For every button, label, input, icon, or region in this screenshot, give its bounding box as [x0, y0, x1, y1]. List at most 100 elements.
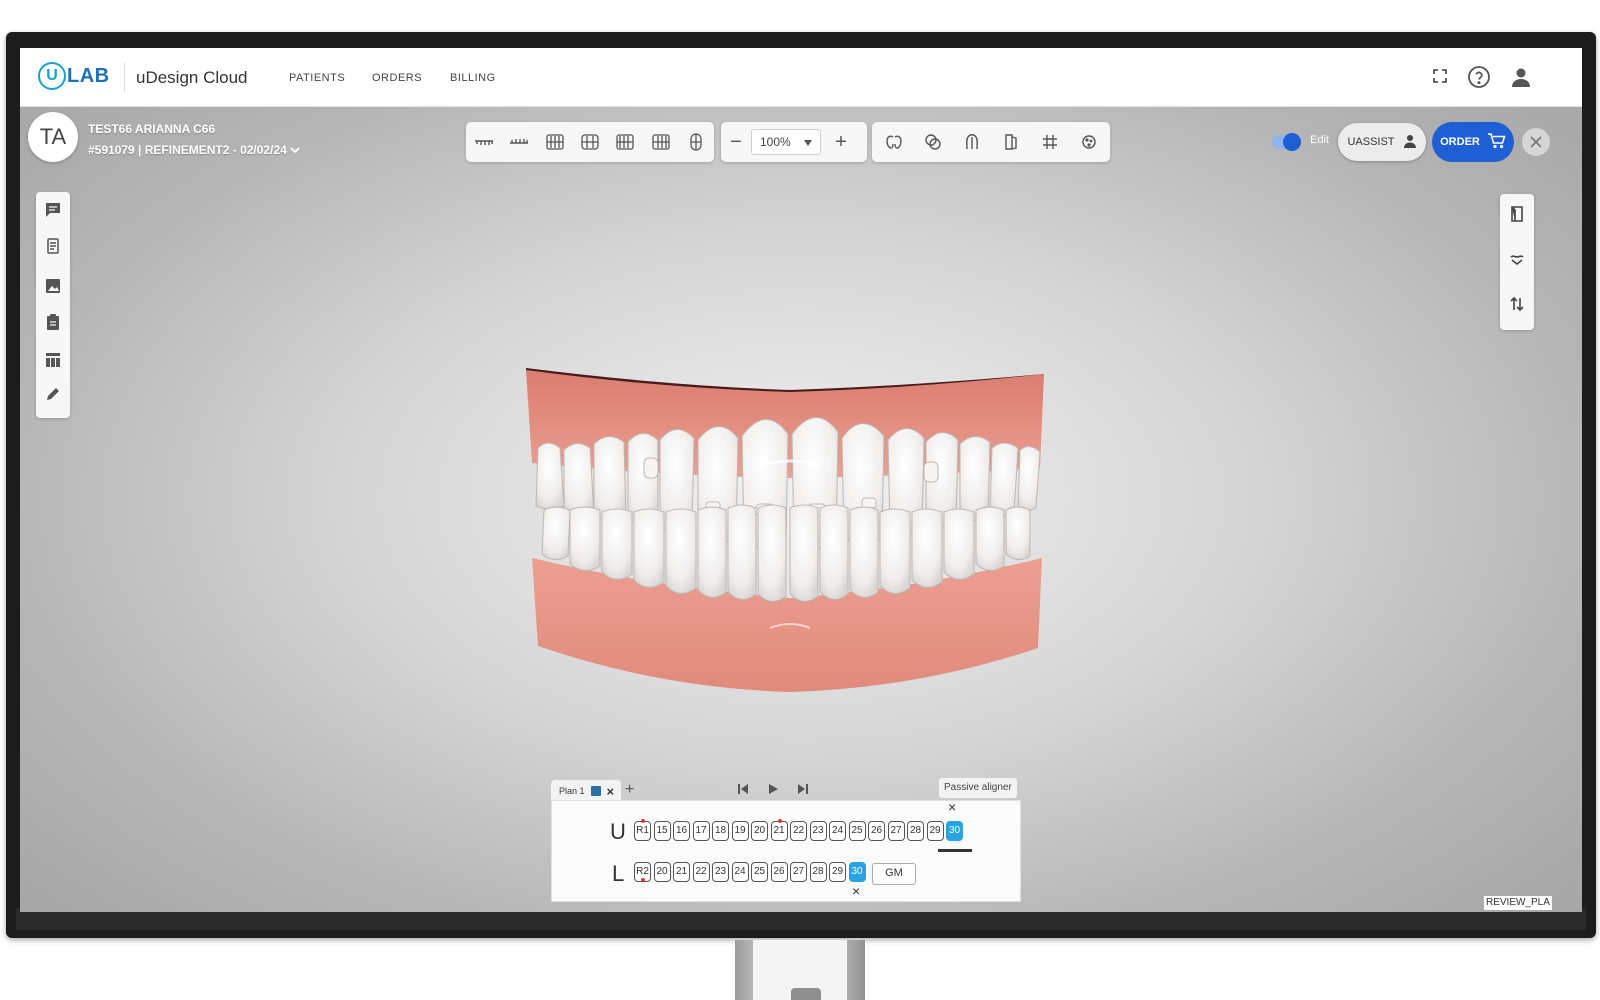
monitor-stand: [735, 940, 865, 1000]
person-icon: [1403, 134, 1417, 151]
grid-icon[interactable]: [1030, 122, 1069, 162]
nav-patients[interactable]: PATIENTS: [289, 72, 345, 84]
lower-step[interactable]: 28: [809, 862, 827, 882]
cart-icon: [1487, 132, 1506, 152]
upper-step[interactable]: 29: [926, 821, 944, 841]
user-account-icon[interactable]: [1510, 66, 1532, 93]
plan-color-swatch: [590, 786, 601, 796]
message-icon[interactable]: [43, 200, 63, 220]
upper-step[interactable]: 21: [770, 819, 788, 841]
lower-step[interactable]: 23: [712, 862, 729, 882]
upper-step[interactable]: 22: [790, 821, 807, 841]
lower-step[interactable]: 27: [790, 862, 807, 882]
image-icon[interactable]: [43, 276, 63, 296]
upper-step[interactable]: 23: [809, 821, 827, 841]
left-toolbar: [36, 192, 70, 418]
uassist-button[interactable]: UASSIST: [1338, 123, 1426, 161]
app-screen: U LAB uDesign Cloud PATIENTS ORDERS BILL…: [20, 48, 1582, 912]
order-button[interactable]: ORDER: [1432, 122, 1514, 162]
caret-down-icon: [804, 135, 812, 149]
upper-step[interactable]: 28: [907, 821, 924, 841]
logo-divider: [124, 62, 125, 92]
passive-aligner-button[interactable]: Passive aligner: [939, 778, 1017, 798]
plan-tab-label: Plan 1: [559, 786, 585, 796]
book-icon[interactable]: [1507, 204, 1527, 224]
add-plan-button[interactable]: +: [625, 781, 634, 799]
upper-step[interactable]: 20: [751, 821, 768, 841]
upper-step[interactable]: 15: [653, 821, 671, 841]
nav-billing[interactable]: BILLING: [450, 72, 496, 84]
lower-step[interactable]: R2: [634, 862, 651, 882]
dentition-3d-model[interactable]: [520, 358, 1060, 698]
zoom-value: 100%: [760, 135, 791, 149]
plan-tab[interactable]: Plan 1 ×: [551, 780, 621, 802]
upper-step[interactable]: 18: [712, 821, 729, 841]
zoom-select[interactable]: 100%: [751, 129, 821, 155]
tooth-outline-icon[interactable]: [952, 122, 991, 162]
right-view-icon[interactable]: [643, 122, 678, 162]
upper-step[interactable]: R1: [634, 819, 651, 841]
ulab-logo[interactable]: U LAB: [38, 62, 110, 90]
upper-step[interactable]: 24: [829, 821, 846, 841]
patient-avatar: TA: [28, 112, 78, 162]
front-view-icon[interactable]: [537, 122, 572, 162]
upper-arch-label: U: [610, 819, 626, 844]
top-navigation: U LAB uDesign Cloud PATIENTS ORDERS BILL…: [20, 48, 1582, 107]
order-label: ORDER: [1440, 136, 1480, 148]
back-view-icon[interactable]: [572, 122, 607, 162]
lower-step[interactable]: 26: [770, 862, 788, 882]
records-icon[interactable]: [43, 236, 63, 256]
upper-step[interactable]: 30: [946, 821, 963, 841]
zoom-in-button[interactable]: +: [821, 122, 861, 162]
lower-step[interactable]: 21: [673, 862, 690, 882]
nav-orders[interactable]: ORDERS: [372, 72, 422, 84]
lower-arch-label: L: [612, 861, 625, 886]
tooth-chevron-icon[interactable]: [1507, 250, 1527, 270]
uassist-label: UASSIST: [1347, 136, 1395, 148]
left-view-icon[interactable]: [608, 122, 643, 162]
skip-to-start-icon[interactable]: [737, 782, 749, 800]
upper-step[interactable]: 26: [868, 821, 885, 841]
lower-step[interactable]: 20: [653, 862, 671, 882]
lower-step[interactable]: 25: [751, 862, 768, 882]
skip-to-end-icon[interactable]: [797, 782, 809, 800]
swap-arrows-icon[interactable]: [1507, 294, 1527, 314]
lower-arch-view-icon[interactable]: [501, 122, 536, 162]
stage-grid: U L R1 15 16 17 18 19 20 21 22 23 24 25 26 27 28 29 30 R…: [551, 799, 1021, 902]
help-icon[interactable]: [1467, 65, 1491, 94]
fullscreen-icon[interactable]: [1432, 68, 1448, 89]
lower-step[interactable]: 30: [848, 862, 866, 882]
lower-step[interactable]: 24: [731, 862, 749, 882]
lower-end-marker: ×: [852, 883, 861, 899]
upper-end-underline: [938, 849, 972, 852]
chevron-down-icon: [290, 143, 300, 157]
upper-step[interactable]: 25: [848, 821, 866, 841]
split-view-icon[interactable]: [874, 122, 913, 162]
staging-panel: Plan 1 × + Passive aligner U L R1 15 16 17 1…: [551, 778, 1021, 902]
occlusal-view-icon[interactable]: [679, 122, 714, 162]
occlusion-map-icon[interactable]: [1069, 122, 1108, 162]
upper-step[interactable]: 17: [692, 821, 710, 841]
table-icon[interactable]: [43, 350, 63, 370]
patient-name: TEST66 ARIANNA C66: [88, 122, 216, 136]
case-selector[interactable]: #591079 | REFINEMENT2 - 02/02/24: [88, 143, 300, 157]
zoom-out-button[interactable]: −: [721, 122, 751, 162]
upper-arch-view-icon[interactable]: [466, 122, 501, 162]
gm-button[interactable]: GM: [872, 863, 916, 885]
upper-step[interactable]: 19: [731, 821, 749, 841]
close-button[interactable]: [1522, 128, 1550, 156]
upper-end-marker: ×: [948, 799, 957, 815]
lower-step[interactable]: 22: [692, 862, 710, 882]
edit-toggle[interactable]: [1272, 133, 1301, 151]
close-plan-icon[interactable]: ×: [607, 784, 615, 799]
zoom-toolbar: − 100% +: [721, 122, 867, 162]
transparency-icon[interactable]: [991, 122, 1030, 162]
pencil-icon[interactable]: [43, 384, 63, 404]
right-toolbar: [1500, 194, 1534, 330]
clipboard-icon[interactable]: [43, 312, 63, 332]
superimpose-icon[interactable]: [913, 122, 952, 162]
upper-step[interactable]: 16: [673, 821, 690, 841]
upper-step[interactable]: 27: [887, 821, 905, 841]
lower-step[interactable]: 29: [829, 862, 846, 882]
play-icon[interactable]: [767, 782, 779, 800]
